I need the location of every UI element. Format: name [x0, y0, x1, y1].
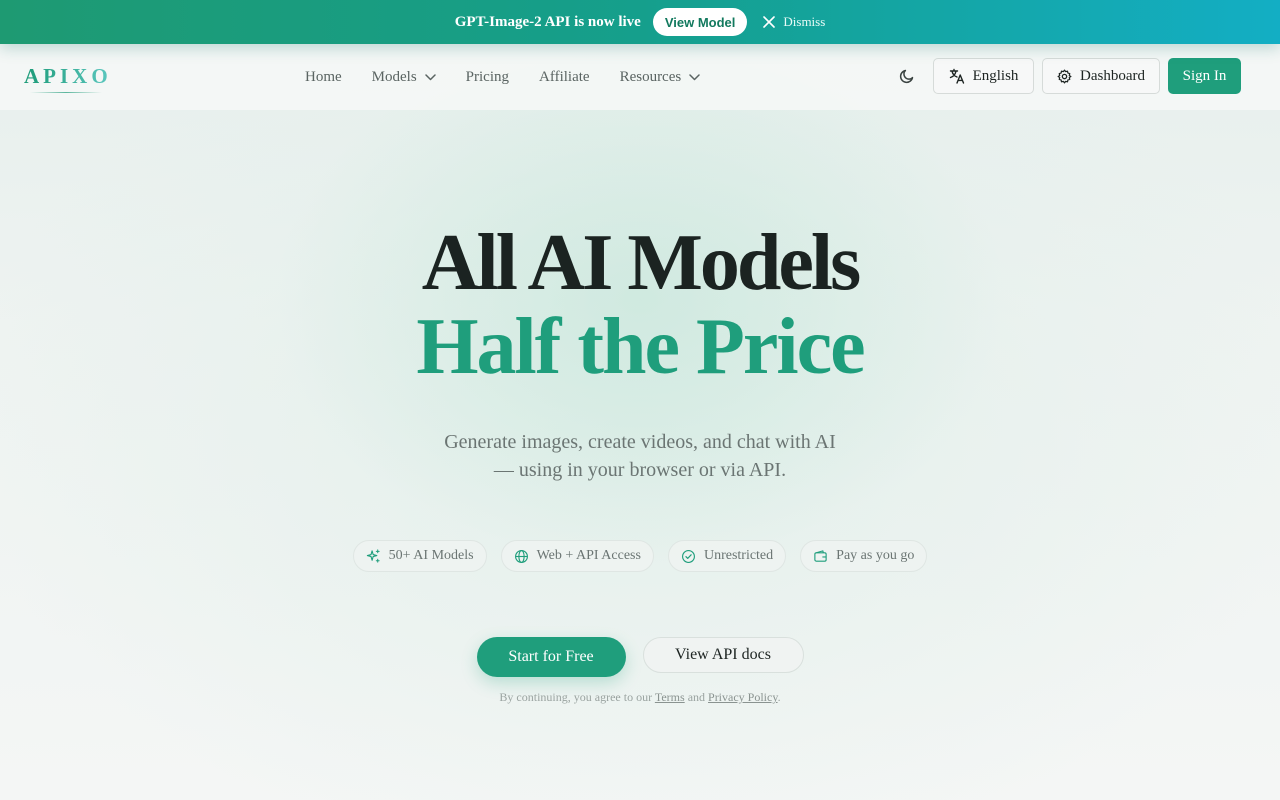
- terms-link[interactable]: Terms: [655, 690, 685, 704]
- announcement-text: GPT-Image-2 API is now live: [454, 13, 641, 30]
- nav-home-label: Home: [305, 68, 342, 85]
- legal-notice: By continuing, you agree to our Terms an…: [0, 690, 1280, 705]
- sign-in-button[interactable]: Sign In: [1168, 58, 1241, 94]
- legal-and: and: [687, 690, 706, 704]
- view-api-docs-button[interactable]: View API docs: [642, 637, 804, 673]
- nav-affiliate[interactable]: Affiliate: [539, 69, 590, 86]
- feature-pills: 50+ AI Models Web + API Access Unrestric…: [0, 540, 1280, 572]
- dismiss-label: Dismiss: [783, 14, 826, 29]
- feature-label: Web + API Access: [536, 548, 641, 563]
- main-nav: Home Models Pricing Affiliate Resources: [305, 44, 730, 110]
- dashboard-button[interactable]: Dashboard: [1042, 58, 1160, 94]
- start-for-free-button[interactable]: Start for Free: [476, 637, 626, 677]
- nav-models-label: Models: [371, 68, 417, 85]
- hero-subtitle: Generate images, create videos, and chat…: [444, 431, 836, 481]
- nav-resources[interactable]: Resources: [620, 69, 701, 86]
- nav-home[interactable]: Home: [305, 69, 342, 86]
- dismiss-button[interactable]: Dismiss: [763, 14, 825, 30]
- feature-pill-payg: Pay as you go: [800, 540, 928, 572]
- sparkles-icon: [366, 548, 380, 563]
- nav-affiliate-label: Affiliate: [539, 68, 590, 85]
- logo-underline: [30, 92, 102, 93]
- feature-pill-models: 50+ AI Models: [352, 540, 487, 572]
- gear-icon: [1057, 69, 1072, 83]
- moon-icon: [899, 69, 914, 84]
- nav-models[interactable]: Models: [372, 69, 436, 86]
- cta-row: Start for Free View API docs: [0, 637, 1280, 677]
- site-header: APIXO Home Models Pricing Affiliate Reso…: [0, 44, 1280, 110]
- language-button[interactable]: English: [933, 58, 1034, 94]
- chevron-down-icon: [424, 73, 436, 80]
- wallet-icon: [814, 549, 827, 562]
- nav-pricing-label: Pricing: [465, 68, 510, 85]
- nav-resources-label: Resources: [619, 68, 682, 85]
- feature-label: 50+ AI Models: [388, 548, 474, 563]
- logo[interactable]: APIXO: [24, 64, 112, 89]
- nav-pricing[interactable]: Pricing: [466, 69, 509, 86]
- dashboard-label: Dashboard: [1080, 67, 1145, 84]
- legal-suffix: .: [777, 690, 781, 704]
- feature-label: Unrestricted: [703, 548, 774, 563]
- feature-pill-access: Web + API Access: [500, 540, 654, 572]
- check-circle-icon: [681, 549, 695, 563]
- close-icon: [763, 16, 776, 28]
- hero-title-line2: Half the Price: [416, 303, 865, 391]
- feature-label: Pay as you go: [836, 548, 915, 563]
- hero-section: All AI Models Half the Price Generate im…: [0, 110, 1280, 800]
- translate-icon: [949, 68, 964, 84]
- announcement-banner: GPT-Image-2 API is now live View Model D…: [0, 0, 1280, 44]
- chevron-down-icon: [689, 73, 700, 80]
- globe-icon: [514, 549, 528, 563]
- privacy-policy-link[interactable]: Privacy Policy: [708, 690, 778, 704]
- feature-pill-unrestricted: Unrestricted: [667, 540, 787, 572]
- theme-toggle-button[interactable]: [898, 67, 916, 90]
- hero-title-line1: All AI Models: [421, 219, 862, 307]
- view-model-button[interactable]: View Model: [652, 8, 748, 36]
- legal-prefix: By continuing, you agree to our: [499, 690, 653, 704]
- language-label: English: [972, 67, 1019, 84]
